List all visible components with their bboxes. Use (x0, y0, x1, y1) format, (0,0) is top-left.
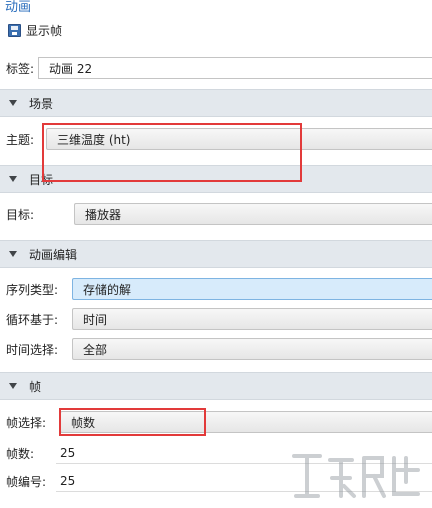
save-icon (8, 23, 21, 37)
chevron-down-icon (9, 100, 17, 106)
frame-count-label: 帧数: (6, 446, 35, 461)
label-input[interactable]: 动画 22 (38, 57, 432, 79)
frame-select-row: 帧选择: 帧数 (0, 410, 432, 434)
sequence-type-select[interactable]: 存储的解 (72, 278, 432, 300)
frame-number-label: 帧编号: (6, 474, 47, 489)
subject-row: 主题: 三维温度 (ht) (0, 127, 432, 151)
chevron-down-icon (9, 251, 17, 257)
loop-base-select[interactable]: 时间 (72, 308, 432, 330)
section-animation-edit[interactable]: 动画编辑 (0, 240, 432, 268)
section-target[interactable]: 目标 (0, 165, 432, 193)
loop-base-label: 循环基于: (6, 312, 59, 327)
time-select-row: 时间选择: 全部 (0, 337, 432, 361)
section-target-title: 目标 (29, 172, 54, 187)
frame-select-select[interactable]: 帧数 (60, 411, 432, 433)
section-scene[interactable]: 场景 (0, 89, 432, 117)
frame-number-input[interactable]: 25 (56, 470, 432, 492)
panel-title: 动画 (5, 0, 32, 15)
target-row: 目标: 播放器 (0, 202, 432, 226)
section-animation-edit-title: 动画编辑 (29, 247, 78, 262)
target-label: 目标: (6, 207, 35, 222)
label-row: 标签: 动画 22 (0, 56, 432, 80)
animation-settings-panel: 动画 显示帧 标签: 动画 22 场景 主题: 三维温度 (ht) 目标 目标:… (0, 0, 432, 508)
frame-count-row: 帧数: 25 (0, 441, 432, 465)
subject-select[interactable]: 三维温度 (ht) (46, 128, 432, 150)
section-frames-title: 帧 (29, 379, 42, 394)
frame-select-label: 帧选择: (6, 415, 47, 430)
sequence-type-label: 序列类型: (6, 282, 59, 297)
time-select-label: 时间选择: (6, 342, 59, 357)
section-scene-title: 场景 (29, 96, 54, 111)
chevron-down-icon (9, 176, 17, 182)
label-field-label: 标签: (6, 61, 35, 76)
section-frames[interactable]: 帧 (0, 372, 432, 400)
show-frame-label: 显示帧 (26, 23, 63, 38)
chevron-down-icon (9, 383, 17, 389)
sequence-type-row: 序列类型: 存储的解 (0, 277, 432, 301)
subject-label: 主题: (6, 132, 35, 147)
frame-count-input[interactable]: 25 (56, 442, 432, 464)
show-frame-button[interactable]: 显示帧 (8, 21, 62, 39)
target-select[interactable]: 播放器 (74, 203, 432, 225)
frame-number-row: 帧编号: 25 (0, 469, 432, 493)
loop-base-row: 循环基于: 时间 (0, 307, 432, 331)
time-select-select[interactable]: 全部 (72, 338, 432, 360)
